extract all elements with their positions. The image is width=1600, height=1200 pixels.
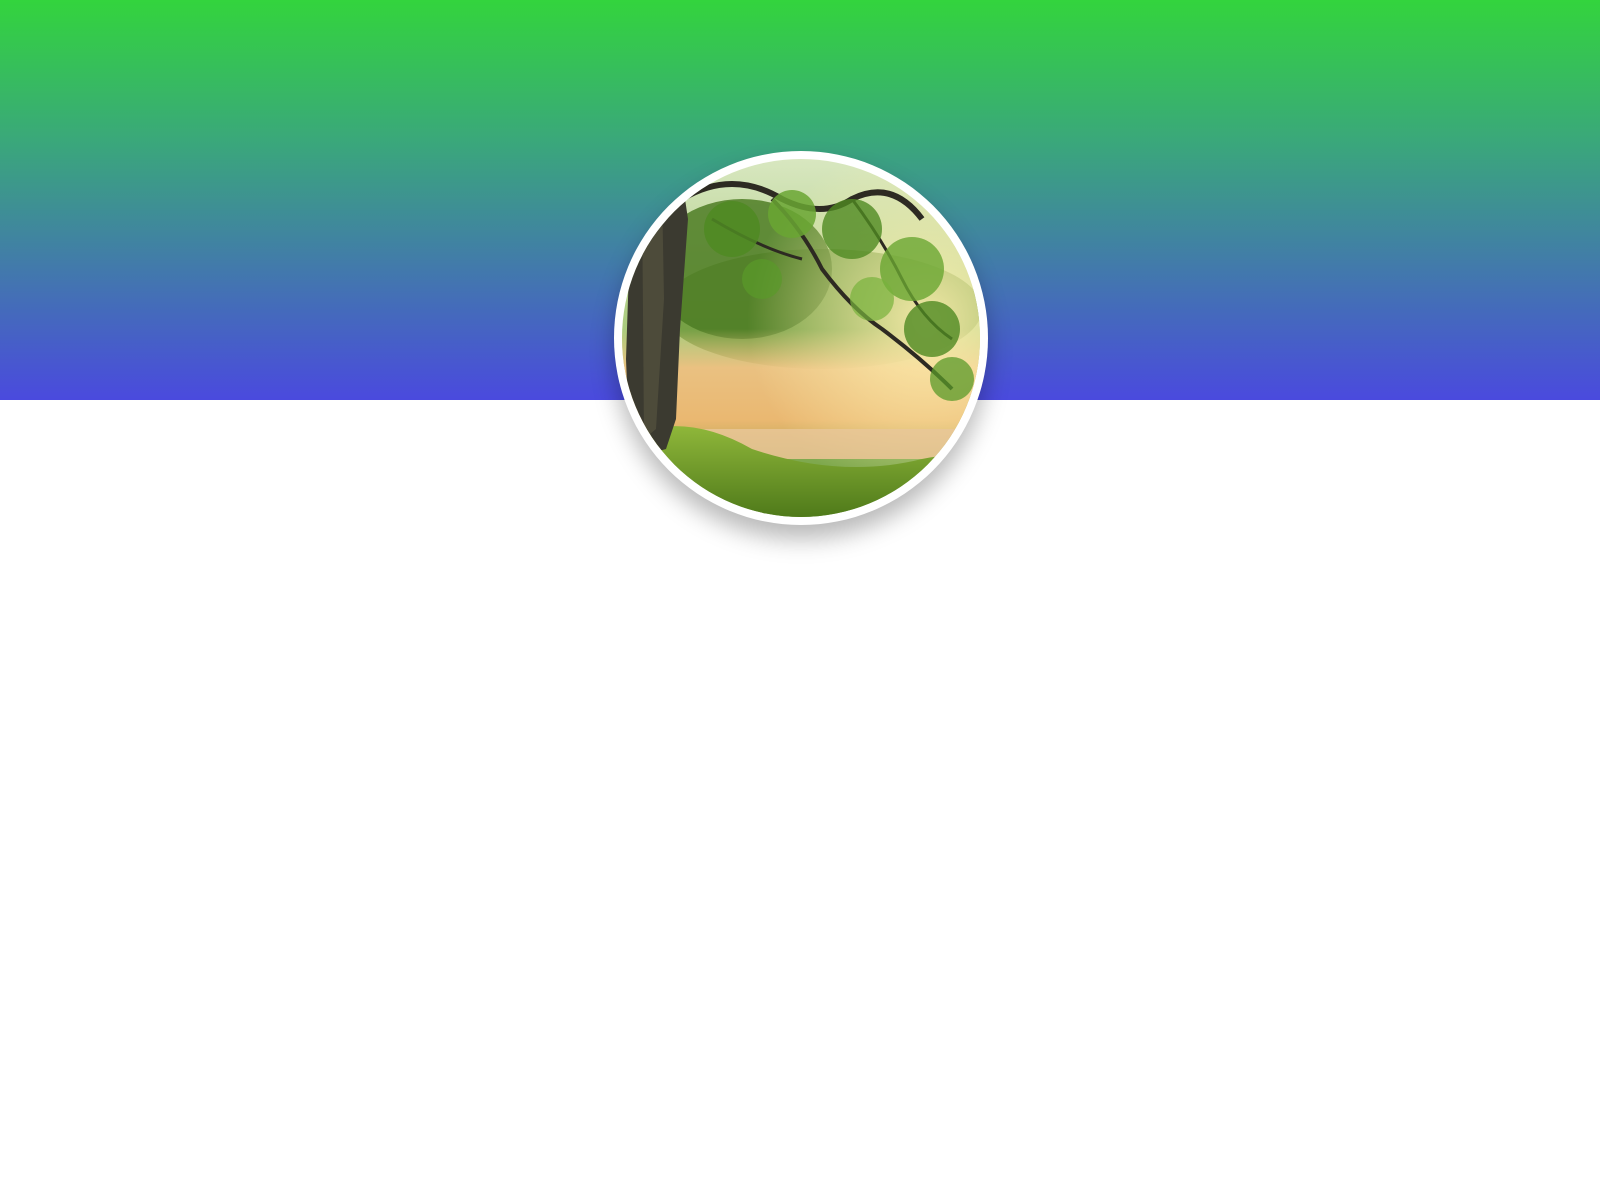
avatar-landscape-image — [622, 159, 980, 517]
profile-page — [0, 0, 1600, 1200]
avatar[interactable] — [614, 151, 988, 525]
